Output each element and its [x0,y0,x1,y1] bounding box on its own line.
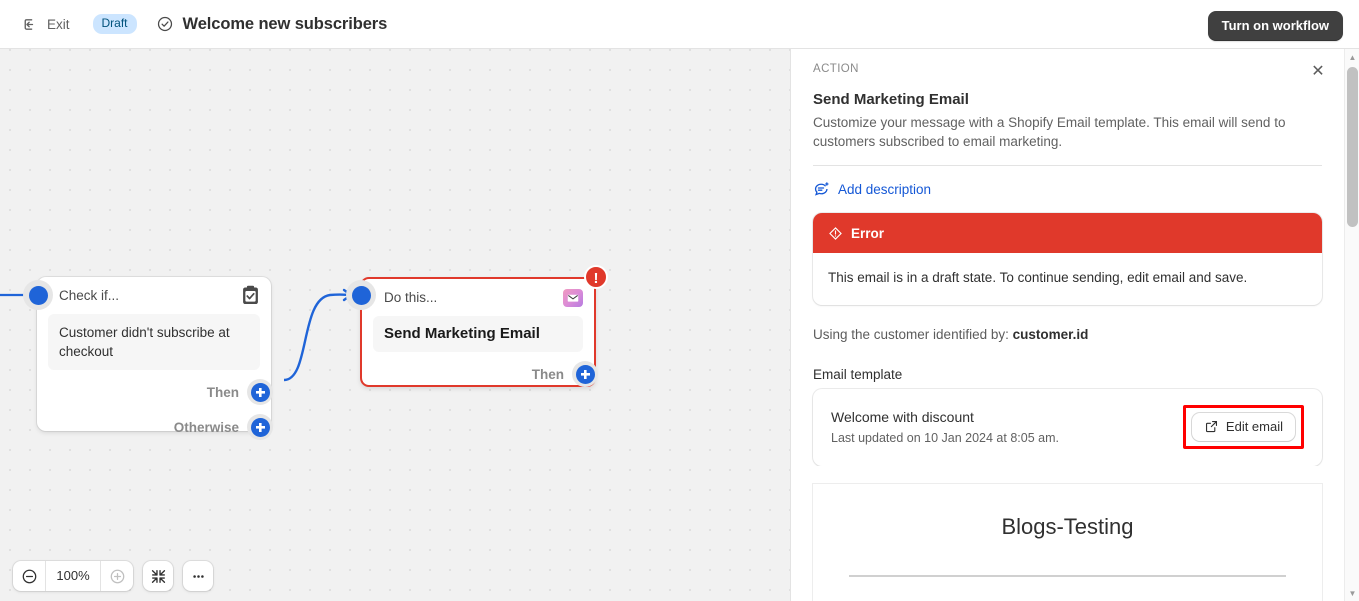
status-badge: Draft [92,14,137,34]
action-details-panel: ACTION ✕ Send Marketing Email Customize … [790,49,1359,601]
scrollbar-thumb[interactable] [1347,67,1358,227]
node-branch-then[interactable]: Then [48,379,273,405]
email-template-name: Welcome with discount [831,409,974,425]
zoom-out-button[interactable] [13,561,45,591]
exit-button[interactable]: Exit [17,12,74,37]
zoom-in-icon [110,569,124,583]
node-branch-then[interactable]: Then [373,361,598,387]
panel-header: ACTION ✕ Send Marketing Email Customize … [791,49,1344,166]
page-title: Welcome new subscribers [182,14,388,33]
email-template-info: Welcome with discount Last updated on 10… [831,409,1059,445]
exit-icon [24,18,34,30]
top-bar: Exit Draft Welcome new subscribers Turn … [0,0,1359,49]
node-header-label: Check if... [59,288,120,303]
fit-to-screen-button[interactable] [143,561,173,591]
workflow-node-check-if[interactable]: Check if... Customer didn't subscribe at… [23,277,273,440]
scroll-down-arrow-icon[interactable]: ▼ [1345,585,1359,601]
email-preview-wrapper: Blogs-Testing [791,466,1344,601]
email-template-card: Welcome with discount Last updated on 10… [813,389,1322,466]
node-input-connector[interactable] [346,280,376,310]
email-template-row: Welcome with discount Last updated on 10… [813,389,1322,466]
scroll-up-arrow-icon[interactable]: ▲ [1345,49,1359,65]
customer-identifier-line: Using the customer identified by: custom… [791,305,1344,342]
canvas-zoom-controls: 100% [13,561,213,591]
zoom-group: 100% [13,561,133,591]
customer-identifier-value: customer.id [1012,327,1089,342]
error-banner-title: Error [851,225,885,241]
branch-label-otherwise: Otherwise [173,419,239,435]
zoom-level-value[interactable]: 100% [45,561,101,591]
email-template-updated: Last updated on 10 Jan 2024 at 8:05 am. [831,431,1059,445]
error-banner-message: This email is in a draft state. To conti… [828,270,1248,285]
turn-on-workflow-button[interactable]: Turn on workflow [1207,11,1343,41]
panel-divider [813,165,1322,166]
node-action-chip: Send Marketing Email [373,316,583,352]
panel-title: Send Marketing Email [813,91,969,108]
edit-email-button[interactable]: Edit email [1191,413,1295,441]
node-header: Do this... [362,279,594,316]
zoom-in-button[interactable] [101,561,133,591]
envelope-glyph [567,294,579,302]
workflow-node-do-this[interactable]: ! Do this... Send Marketing Email Then [346,265,608,387]
email-preview-title: Blogs-Testing [1001,514,1134,539]
marketing-email-icon [563,288,583,307]
email-preview-divider [849,575,1286,577]
edit-email-label: Edit email [1225,419,1283,434]
add-step-button-otherwise[interactable] [247,414,273,440]
node-header: Check if... [37,277,271,314]
node-body: Customer didn't subscribe at checkout Th… [37,314,273,440]
add-description-button[interactable]: Add description [791,166,1344,213]
check-circle-icon [157,16,172,32]
branch-label-then: Then [206,384,239,400]
add-step-button-then[interactable] [572,361,598,387]
add-step-button-then[interactable] [247,379,273,405]
clipboard-check-icon [243,285,258,305]
workflow-canvas[interactable]: Check if... Customer didn't subscribe at… [0,49,790,601]
node-condition-chip: Customer didn't subscribe at checkout [48,314,260,370]
fit-to-screen-icon [151,569,165,583]
panel-kicker: ACTION [813,63,859,75]
panel-scroll-content: ACTION ✕ Send Marketing Email Customize … [791,49,1344,601]
node-branch-otherwise[interactable]: Otherwise [48,414,273,440]
node-header-label: Do this... [384,290,438,305]
error-banner-header: Error [813,213,1322,253]
email-template-label: Email template [813,367,903,382]
add-description-label: Add description [838,182,932,197]
panel-scrollbar[interactable]: ▲ ▼ [1344,49,1359,601]
exit-label: Exit [47,16,70,32]
zoom-out-icon [22,569,36,583]
more-options-button[interactable] [183,561,213,591]
comment-sparkle-icon [814,182,829,196]
node-body: Send Marketing Email Then [362,316,598,387]
external-link-icon [1205,420,1217,433]
node-input-connector[interactable] [23,280,53,310]
edit-email-highlight: Edit email [1182,405,1304,449]
error-banner: Error This email is in a draft state. To… [813,213,1322,305]
branch-label-then: Then [531,366,564,382]
node-error-badge: ! [584,265,608,289]
customer-identifier-prefix: Using the customer identified by: [813,327,1009,342]
close-panel-button[interactable]: ✕ [1306,60,1330,84]
panel-description: Customize your message with a Shopify Em… [813,115,1286,149]
email-preview[interactable]: Blogs-Testing [813,484,1322,601]
ellipsis-icon [192,574,204,578]
error-diamond-icon [829,226,842,240]
